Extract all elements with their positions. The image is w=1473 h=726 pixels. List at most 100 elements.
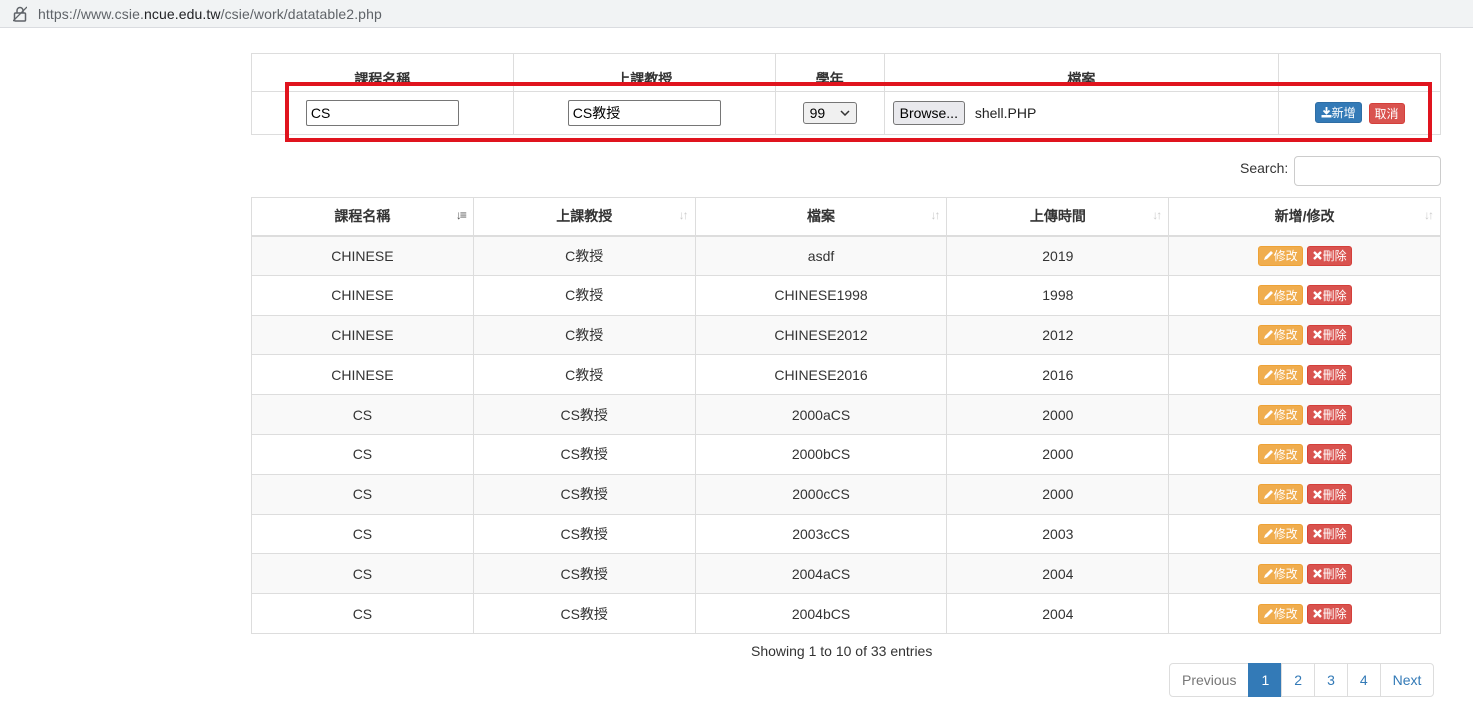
- delete-button[interactable]: 刪除: [1306, 324, 1352, 345]
- delete-button-label: 刪除: [1322, 567, 1347, 582]
- next-page-button[interactable]: Next: [1379, 663, 1435, 697]
- cell-actions: 修改 刪除: [1168, 593, 1441, 634]
- url-prefix: https://www.csie.: [38, 5, 144, 22]
- edit-button[interactable]: 修改: [1257, 523, 1303, 544]
- cell-course: CHINESE: [251, 274, 474, 316]
- cell-actions: 修改 刪除: [1168, 513, 1441, 555]
- delete-button-label: 刪除: [1322, 487, 1347, 502]
- column-header-file-label: 檔案: [807, 208, 836, 225]
- cell-file: 2000cCS: [694, 473, 948, 515]
- pencil-icon: [1263, 489, 1273, 499]
- pencil-icon: [1263, 330, 1273, 340]
- courses-table: 課程名稱 ↓≡ 上課教授 ↓↑ 檔案 ↓↑ 上傳時間 ↓↑ 新增/修改 ↓↑ CHINES…: [251, 197, 1441, 634]
- edit-button[interactable]: 修改: [1257, 563, 1303, 584]
- url-text[interactable]: https://www.csie.ncue.edu.tw/csie/work/d…: [38, 6, 382, 22]
- not-secure-lock-icon[interactable]: [12, 6, 28, 22]
- edit-button[interactable]: 修改: [1257, 285, 1303, 306]
- page-button-3[interactable]: 3: [1314, 663, 1348, 697]
- sort-icon: ↓↑: [1424, 208, 1434, 222]
- delete-button[interactable]: 刪除: [1306, 364, 1352, 385]
- edit-button-label: 修改: [1273, 487, 1298, 502]
- edit-button[interactable]: 修改: [1257, 324, 1303, 345]
- column-header-actions[interactable]: 新增/修改 ↓↑: [1168, 197, 1441, 237]
- edit-button[interactable]: 修改: [1257, 484, 1303, 505]
- delete-button[interactable]: 刪除: [1306, 444, 1352, 465]
- page-button-4[interactable]: 4: [1346, 663, 1381, 697]
- edit-button[interactable]: 修改: [1257, 364, 1303, 385]
- delete-button-label: 刪除: [1322, 328, 1347, 343]
- delete-button[interactable]: 刪除: [1306, 523, 1352, 544]
- edit-button[interactable]: 修改: [1257, 245, 1303, 266]
- cell-course: CHINESE: [251, 235, 474, 276]
- close-icon: [1312, 529, 1322, 539]
- delete-button-label: 刪除: [1322, 408, 1347, 423]
- close-icon: [1312, 410, 1322, 419]
- edit-button-label: 修改: [1273, 408, 1298, 423]
- page-button-1[interactable]: 1: [1248, 663, 1283, 697]
- cell-professor: CS教授: [472, 553, 696, 595]
- cell-course: CHINESE: [251, 314, 474, 356]
- delete-button[interactable]: 刪除: [1306, 603, 1352, 624]
- delete-button-label: 刪除: [1322, 527, 1347, 542]
- cell-course: CHINESE: [251, 354, 474, 396]
- delete-button-label: 刪除: [1322, 607, 1347, 622]
- cell-professor: C教授: [472, 274, 696, 316]
- table-row: CS CS教授 2004aCS 2004 修改 刪除: [251, 553, 1441, 595]
- delete-button-label: 刪除: [1322, 249, 1347, 264]
- edit-button[interactable]: 修改: [1257, 404, 1303, 425]
- browser-address-bar[interactable]: https://www.csie.ncue.edu.tw/csie/work/d…: [0, 0, 1473, 28]
- close-icon: [1312, 569, 1322, 579]
- sort-icon: ↓↑: [678, 208, 689, 222]
- close-icon: [1312, 609, 1322, 618]
- pencil-icon: [1263, 569, 1273, 579]
- cell-upload-time: 2000: [946, 394, 1170, 435]
- sort-icon: ↓↑: [1152, 208, 1162, 222]
- table-row: CHINESE C教授 CHINESE2012 2012 修改 刪除: [251, 314, 1441, 356]
- cell-professor: CS教授: [472, 473, 696, 515]
- column-header-file[interactable]: 檔案 ↓↑: [694, 197, 948, 237]
- cell-upload-time: 2000: [946, 473, 1170, 515]
- cell-professor: CS教授: [472, 513, 696, 555]
- column-header-course-label: 課程名稱: [334, 208, 391, 225]
- column-header-course[interactable]: 課程名稱 ↓≡: [251, 197, 474, 237]
- cell-course: CS: [251, 513, 474, 555]
- cell-professor: C教授: [472, 314, 696, 356]
- close-icon: [1312, 330, 1322, 340]
- cell-file: asdf: [694, 235, 948, 276]
- pagination: Previous 1 2 3 4 Next: [1169, 663, 1435, 697]
- delete-button[interactable]: 刪除: [1306, 563, 1352, 584]
- column-header-professor[interactable]: 上課教授 ↓↑: [472, 197, 696, 237]
- delete-button[interactable]: 刪除: [1306, 484, 1352, 505]
- cell-professor: C教授: [472, 235, 696, 276]
- delete-button[interactable]: 刪除: [1306, 404, 1352, 425]
- pencil-icon: [1263, 290, 1273, 300]
- delete-button[interactable]: 刪除: [1306, 245, 1352, 266]
- cell-actions: 修改 刪除: [1168, 473, 1441, 515]
- table-row: CS CS教授 2000cCS 2000 修改 刪除: [251, 473, 1441, 515]
- edit-button[interactable]: 修改: [1257, 444, 1303, 465]
- search-input[interactable]: [1294, 156, 1441, 186]
- previous-page-button[interactable]: Previous: [1169, 663, 1250, 697]
- cell-course: CS: [251, 394, 474, 435]
- pencil-icon: [1263, 529, 1273, 539]
- cell-actions: 修改 刪除: [1168, 314, 1441, 356]
- column-header-professor-label: 上課教授: [556, 208, 613, 225]
- cell-file: CHINESE1998: [694, 274, 948, 316]
- cell-file: CHINESE2012: [694, 314, 948, 356]
- edit-button-label: 修改: [1273, 567, 1298, 582]
- cell-actions: 修改 刪除: [1168, 553, 1441, 595]
- cell-upload-time: 2019: [946, 235, 1170, 276]
- cell-professor: CS教授: [472, 593, 696, 634]
- cell-course: CS: [251, 553, 474, 595]
- column-header-upload-time[interactable]: 上傳時間 ↓↑: [946, 197, 1170, 237]
- cell-file: CHINESE2016: [694, 354, 948, 396]
- close-icon: [1312, 251, 1322, 260]
- edit-button[interactable]: 修改: [1257, 603, 1303, 624]
- edit-button-label: 修改: [1273, 527, 1298, 542]
- edit-button-label: 修改: [1273, 249, 1298, 264]
- cell-upload-time: 2016: [946, 354, 1170, 396]
- cell-upload-time: 2003: [946, 513, 1170, 555]
- page-button-2[interactable]: 2: [1281, 663, 1316, 697]
- delete-button[interactable]: 刪除: [1306, 285, 1352, 306]
- pencil-icon: [1263, 251, 1273, 261]
